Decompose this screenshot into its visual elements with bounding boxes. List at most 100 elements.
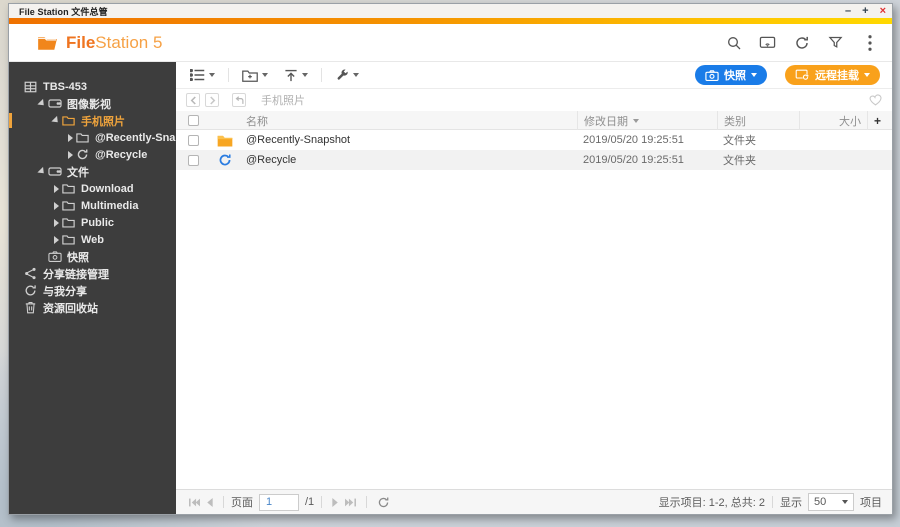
- shared-icon: [23, 284, 38, 297]
- sidebar-item-与我分享[interactable]: 与我分享: [9, 282, 176, 299]
- type-column-header[interactable]: 类别: [717, 111, 799, 130]
- toolbar-divider: [228, 68, 229, 82]
- table-row[interactable]: @Recently-Snapshot 2019/05/20 19:25:51 文件夹: [176, 130, 892, 150]
- sidebar-item-文件[interactable]: 文件: [9, 163, 176, 180]
- sidebar-item-图像影视[interactable]: 图像影视: [9, 95, 176, 112]
- chevron-down-icon: [302, 73, 308, 77]
- minimize-button[interactable]: –: [845, 6, 851, 17]
- expand-arrow-icon[interactable]: [51, 184, 61, 194]
- page-number-input[interactable]: 1: [259, 493, 299, 511]
- sidebar-item-label: 图像影视: [67, 98, 111, 111]
- file-list-empty-area[interactable]: [176, 170, 892, 489]
- next-page-button[interactable]: [332, 497, 339, 507]
- add-column-button[interactable]: +: [867, 111, 892, 130]
- file-date: 2019/05/20 19:25:51: [583, 134, 684, 146]
- page-total: /1: [305, 496, 315, 508]
- sidebar-item-分享链接管理[interactable]: 分享链接管理: [9, 265, 176, 282]
- filter-icon[interactable]: [827, 34, 844, 51]
- select-all-checkbox[interactable]: [187, 115, 199, 126]
- sidebar-item-web[interactable]: Web: [9, 231, 176, 248]
- file-name: @Recently-Snapshot: [246, 134, 351, 146]
- volume-icon: [47, 165, 62, 178]
- row-checkbox[interactable]: [187, 154, 199, 166]
- search-icon[interactable]: [725, 34, 742, 51]
- file-station-window: File Station 文件总管 – + × FileStation 5 TB…: [8, 3, 893, 515]
- prev-page-button[interactable]: [206, 497, 213, 507]
- more-icon[interactable]: [861, 34, 878, 51]
- favorite-heart-icon[interactable]: [869, 94, 882, 106]
- window-title: File Station 文件总管: [19, 6, 108, 17]
- first-page-button[interactable]: [189, 498, 200, 507]
- expand-arrow-icon[interactable]: [51, 235, 61, 245]
- trash-icon: [23, 301, 38, 314]
- snapshot-button[interactable]: 快照: [695, 65, 767, 85]
- remote-display-icon[interactable]: [759, 34, 776, 51]
- size-column-header[interactable]: 大小: [799, 111, 867, 130]
- table-row[interactable]: @Recycle 2019/05/20 19:25:51 文件夹: [176, 150, 892, 170]
- tools-button[interactable]: [329, 65, 365, 85]
- sidebar-item-快照[interactable]: 快照: [9, 248, 176, 265]
- sidebar-item-label: 文件: [67, 166, 89, 179]
- create-folder-button[interactable]: [236, 66, 274, 85]
- view-mode-button[interactable]: [184, 66, 221, 84]
- sidebar-item-label: Multimedia: [81, 199, 139, 212]
- remote-mount-button[interactable]: 远程挂载: [785, 65, 880, 85]
- name-column-header[interactable]: 名称: [240, 111, 577, 130]
- expand-arrow-icon[interactable]: [51, 201, 61, 211]
- collapse-arrow-icon[interactable]: [37, 98, 47, 109]
- remote-mount-button-label: 远程挂载: [815, 70, 859, 82]
- sidebar-item-label: 资源回收站: [43, 302, 98, 315]
- go-up-button[interactable]: [232, 93, 246, 107]
- expand-arrow-icon[interactable]: [51, 218, 61, 228]
- folder-icon: [61, 182, 76, 195]
- date-column-header[interactable]: 修改日期: [577, 111, 717, 130]
- row-checkbox-cell: [176, 134, 210, 146]
- sidebar-item-multimedia[interactable]: Multimedia: [9, 197, 176, 214]
- sidebar-item-public[interactable]: Public: [9, 214, 176, 231]
- chevron-down-icon: [262, 73, 268, 77]
- back-button[interactable]: [186, 93, 200, 107]
- statusbar-divider: [772, 496, 773, 508]
- toolbar-divider: [321, 68, 322, 82]
- statusbar-divider: [321, 496, 323, 508]
- upload-button[interactable]: [278, 66, 314, 85]
- statusbar-divider: [223, 496, 224, 508]
- sidebar-item-label: @Recently-Snapshot: [95, 131, 176, 144]
- breadcrumb[interactable]: 手机照片: [261, 92, 305, 108]
- show-label: 显示: [780, 497, 802, 509]
- chevron-down-icon: [209, 73, 215, 77]
- maximize-button[interactable]: +: [862, 6, 868, 17]
- sidebar-tree: TBS-453 图像影视手机照片 @Recently-Snapshot @Recycl…: [9, 62, 176, 514]
- sidebar-item-手机照片[interactable]: 手机照片: [9, 112, 176, 129]
- close-button[interactable]: ×: [880, 6, 886, 17]
- chevron-down-icon: [751, 73, 757, 77]
- app-name-light: Station 5: [95, 32, 163, 52]
- last-page-button[interactable]: [345, 498, 357, 507]
- expand-arrow-icon[interactable]: [65, 133, 75, 143]
- refresh-icon[interactable]: [793, 34, 810, 51]
- sidebar-item-recently-snapshot[interactable]: @Recently-Snapshot: [9, 129, 176, 146]
- window-titlebar[interactable]: File Station 文件总管 – + ×: [9, 4, 892, 18]
- collapse-arrow-icon[interactable]: [51, 115, 61, 126]
- sidebar-item-tbs-453[interactable]: TBS-453: [9, 78, 176, 95]
- forward-button[interactable]: [205, 93, 219, 107]
- folder-icon: [61, 114, 76, 127]
- sidebar-item-recycle[interactable]: @Recycle: [9, 146, 176, 163]
- row-checkbox[interactable]: [187, 134, 199, 146]
- sidebar-item-download[interactable]: Download: [9, 180, 176, 197]
- sidebar-item-资源回收站[interactable]: 资源回收站: [9, 299, 176, 316]
- volume-icon: [47, 97, 62, 110]
- chevron-down-icon: [842, 500, 848, 504]
- page-size-select[interactable]: 50: [808, 493, 854, 511]
- app-name: FileStation 5: [66, 33, 162, 53]
- app-header: FileStation 5: [9, 24, 892, 62]
- collapse-arrow-icon[interactable]: [37, 166, 47, 177]
- icon-column-header: [210, 111, 240, 130]
- table-header: 名称 修改日期 类别 大小 +: [176, 111, 892, 130]
- file-name: @Recycle: [246, 154, 297, 166]
- expand-arrow-icon[interactable]: [65, 150, 75, 160]
- page-label: 页面: [231, 497, 253, 509]
- app-name-bold: File: [66, 32, 96, 52]
- refresh-list-icon[interactable]: [377, 496, 390, 509]
- folder-icon: [61, 233, 76, 246]
